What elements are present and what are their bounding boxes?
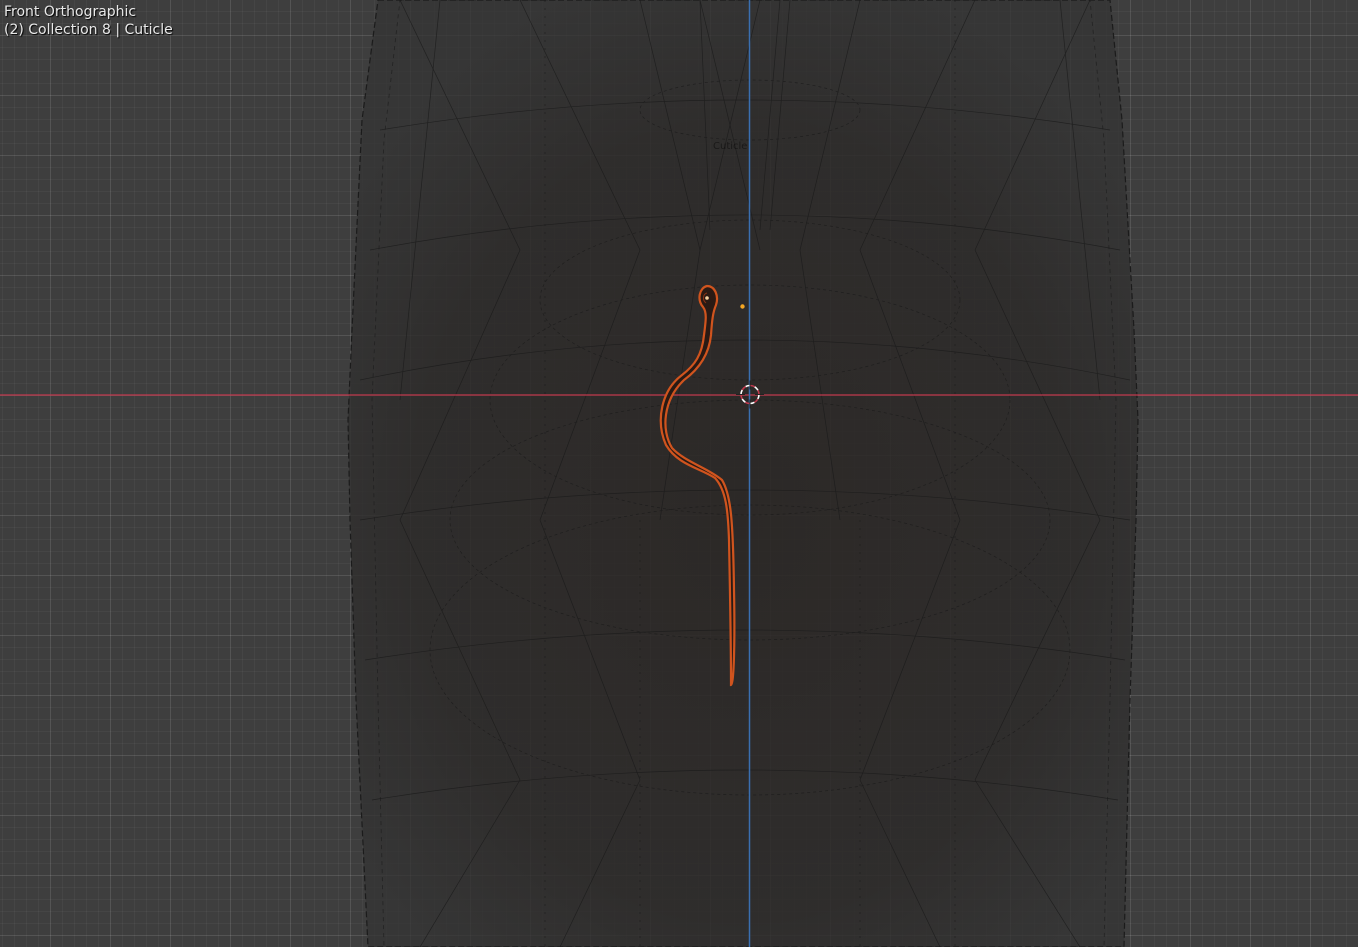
3d-viewport[interactable]: Cuticle Front Orthographic (2) Collectio… <box>0 0 1358 947</box>
curve-point-icon <box>705 296 709 300</box>
scene-canvas[interactable] <box>0 0 1358 947</box>
collection-info-text: (2) Collection 8 | Cuticle <box>4 22 173 38</box>
object-name-label: Cuticle <box>713 141 748 152</box>
view-name-text: Front Orthographic <box>4 4 137 20</box>
object-origin-icon[interactable] <box>740 304 745 309</box>
